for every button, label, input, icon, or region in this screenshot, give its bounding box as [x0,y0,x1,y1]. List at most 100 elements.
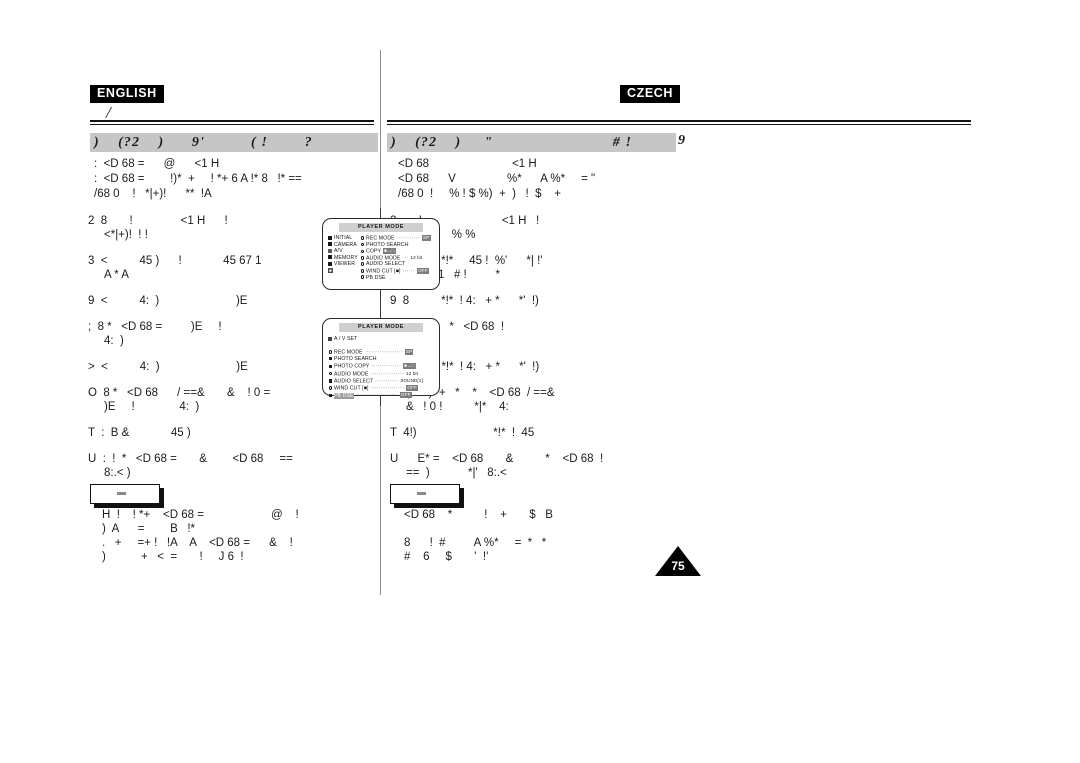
lcd-category-label: INITIAL [334,235,353,241]
lcd-category-badge-icon: ■ [328,267,333,274]
lcd-option-label: PHOTO COPY [333,363,370,370]
lcd-option-dot-leader: ··· [400,255,411,262]
lcd-option-label: REC MODE [365,235,395,242]
step-line: 8:.< ) [104,467,131,479]
lcd-option-dot-leader: ·················· [362,349,405,356]
lcd-option-label: PB DSE [333,392,354,399]
lcd-option-label: COPY [365,248,382,255]
lcd-option-dot-leader: ··········· [394,235,422,242]
lcd-category-marker-icon [328,255,332,260]
step-line: > < 4: ) )E [88,361,248,373]
step-item: U : ! * <D 68 = & <D 68 == 8:.< ) [88,452,328,480]
step-line: ; 8 * <D 68 = )E ! [88,321,222,333]
section-title-right: ) (?2 ) " # ! . [387,133,676,152]
intro-paragraph-left: : <D 68 = @ <1 H : <D 68 = !)* + ! *+ 6 … [94,158,302,200]
lcd-option-row[interactable]: WIND CUT [■] ······ OFF [361,267,437,275]
note-box-left [90,484,160,504]
note-box-right [390,484,460,504]
lcd-option-label: PHOTO SEARCH [365,241,409,248]
lcd-category-label: VIEWER [334,261,356,268]
lcd-option-marker-icon [329,364,333,369]
lcd-category-marker-icon [328,248,332,253]
step-line: T : B & 45 ) [88,427,191,439]
step-line: 3 < 45 ) ! 45 67 1 [88,255,262,267]
lcd-option-dot-leader: ··········· [373,378,401,385]
step-line: 9 8 *!* ! 4: + * *' !) [390,295,539,307]
lcd-option-value: OFF [399,392,412,398]
lcd-category-row[interactable]: ■ [328,267,358,275]
lcd-option-row[interactable]: PHOTO SEARCH [329,356,437,363]
lcd-option-row[interactable]: PB DSE ···················· OFF [329,392,437,399]
lcd-option-row[interactable]: PB DSE [361,275,437,282]
lcd-option-label: PB DSE [365,274,386,281]
lcd-option-label: AUDIO MODE [333,371,369,378]
lcd-connector-middle [380,290,381,319]
lcd-category-marker-icon [328,242,332,247]
lcd-option-row[interactable]: AUDIO MODE ··· 12 bit [361,255,437,262]
lcd-option-value: 12 bit [406,370,418,376]
lcd-title-1: PLAYER MODE [339,223,423,232]
lcd-option-row[interactable]: PHOTO COPY ·············· ■→□ [329,363,437,370]
header-rule-right [387,120,971,125]
lcd-category-row[interactable]: MEMORY [328,255,358,262]
lcd-option-marker-icon [361,269,365,273]
av-set-marker-icon [328,336,332,341]
lcd-option-value: SOUND[1] [400,377,423,383]
step-item: 3 < 45 ) ! 45 67 1 A * A [88,254,328,282]
language-tag-english: ENGLISH [90,85,164,103]
lcd-screen-player-mode-main: PLAYER MODE INITIAL CAMERA A/V MEMORY VIEWER… [322,218,440,290]
step-line: <*|+)! ! ! [104,229,148,241]
lcd-title-2: PLAYER MODE [339,323,423,332]
lcd-category-row[interactable]: CAMERA [328,242,358,249]
lcd-option-marker-icon [329,350,333,354]
lcd-option-row[interactable]: WIND CUT [■] ················ OFF [329,384,437,392]
step-line: == ) *|' 8:.< [406,467,507,479]
lcd-category-row[interactable]: VIEWER [328,261,358,268]
manual-page: ENGLISH CZECH / ) (?2 ) 9' ( ! ? 2.. ) (… [0,0,1080,763]
lcd-option-value: ■→□ [402,363,416,369]
step-line: 9 < 4: ) )E [88,295,248,307]
lcd-option-marker-icon [361,256,365,260]
lcd-option-label: WIND CUT [■] [333,385,369,392]
lcd-option-marker-icon [361,275,365,279]
lcd-category-list: INITIAL CAMERA A/V MEMORY VIEWER ■ [328,235,358,275]
lcd-option-marker-icon [361,262,365,266]
lcd-option-dot-leader: ······ [400,268,417,275]
step-line: T 4!) *!* ! 45 [390,427,535,439]
lcd-screen-av-set: PLAYER MODE A / V SET REC MODE ·········… [322,318,440,399]
lcd-option-marker-icon [329,386,333,390]
section-title-tail-glyph: 9 [678,133,685,148]
lcd-option-value: OFF [406,384,419,391]
lcd-av-set-header: A / V SET [328,336,357,343]
step-item: > < 4: ) )E [88,360,328,374]
lcd-option-row[interactable]: AUDIO MODE ················ 12 bit [329,371,437,378]
step-line: 2 8 ! <1 H ! [88,215,228,227]
step-item: O 8 * <D 68 / ==& & ! 0 =)E ! 4: ) [88,386,328,414]
page-number-badge: 75 [655,546,701,576]
step-item: U E* = <D 68 & * <D 68 ! == ) *|' 8:.< [390,452,670,480]
lcd-option-label: REC MODE [333,349,363,356]
step-list-left: 2 8 ! <1 H ! <*|+)! ! ! 3 < 45 ) ! 45 67 1… [88,214,328,492]
lcd-category-row[interactable]: A/V [328,248,358,255]
lcd-option-row[interactable]: AUDIO SELECT [361,261,437,268]
lcd-option-label: WIND CUT [■] [365,268,401,275]
note-dash-icon [417,492,426,495]
lcd-category-row[interactable]: INITIAL [328,235,358,242]
lcd-option-list-1: REC MODE ··········· SP PHOTO SEARCH COPY … [361,235,437,281]
lcd-option-marker-icon [361,249,365,253]
note-text-left: H ! ! *+ <D 68 = @ ! ) A = B !* . + =+ !… [102,509,299,563]
header-rule-left [90,120,374,125]
step-item: T : B & 45 ) [88,426,328,440]
lcd-option-marker-icon [329,393,333,397]
lcd-option-label: AUDIO SELECT [333,378,374,385]
step-item: ; 8 * <D 68 = )E ! 4: ) [88,320,328,348]
lcd-option-row[interactable]: COPY ■→□ [361,248,437,255]
lcd-option-row[interactable]: REC MODE ··········· SP [361,235,437,242]
lcd-option-row[interactable]: REC MODE ·················· SP [329,349,437,356]
lcd-option-marker-icon [329,379,333,383]
lcd-option-row[interactable]: AUDIO SELECT ··········· SOUND[1] [329,378,437,385]
lcd-option-value: ■→□ [382,248,396,254]
lcd-option-row[interactable]: PHOTO SEARCH [361,242,437,249]
lcd-option-dot-leader: ·············· [369,363,403,370]
step-item: 2 8 ! <1 H ! <*|+)! ! ! [88,214,328,242]
